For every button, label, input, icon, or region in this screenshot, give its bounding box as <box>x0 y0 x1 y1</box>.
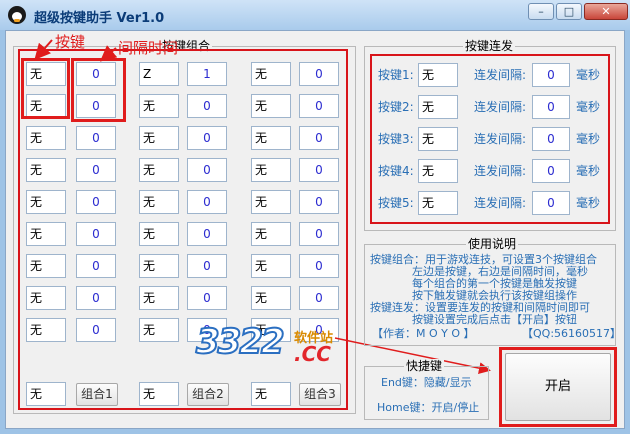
watermark-logo: 3322 软件站 .CC <box>195 321 333 366</box>
repeat-interval-label: 连发间隔: <box>474 132 527 146</box>
repeat-interval-label: 连发间隔: <box>474 68 527 82</box>
repeat-interval-input[interactable]: 0 <box>532 191 570 215</box>
repeat-interval-input[interactable]: 0 <box>532 95 570 119</box>
repeat-key-input[interactable]: 无 <box>418 159 458 183</box>
hotkey-end: End键：隐藏/显示 <box>381 376 472 389</box>
repeat-key-label: 按键4: <box>378 164 414 178</box>
repeat-key-input[interactable]: 无 <box>418 191 458 215</box>
repeat-interval-label: 连发间隔: <box>474 100 527 114</box>
hotkey-home: Home键：开启/停止 <box>377 401 480 414</box>
start-button[interactable]: 开启 <box>505 353 611 421</box>
repeat-key-label: 按键2: <box>378 100 414 114</box>
watermark-domain: .CC <box>294 342 331 366</box>
repeat-group-label: 按键连发 <box>463 39 516 53</box>
author-credit: 【作者：M O Y O 】 <box>372 327 475 340</box>
hotkeys-group-label: 快捷键 <box>404 359 445 373</box>
repeat-interval-input[interactable]: 0 <box>532 127 570 151</box>
repeat-interval-input[interactable]: 0 <box>532 159 570 183</box>
interval-arrow <box>99 45 118 62</box>
repeat-key-input[interactable]: 无 <box>418 127 458 151</box>
repeat-key-input[interactable]: 无 <box>418 95 458 119</box>
repeat-key-label: 按键3: <box>378 132 414 146</box>
repeat-unit-label: 毫秒 <box>576 196 601 210</box>
key-arrow <box>34 39 53 60</box>
repeat-unit-label: 毫秒 <box>576 132 601 146</box>
qq-credit: 【QQ:56160517】 <box>522 327 622 340</box>
repeat-interval-input[interactable]: 0 <box>532 63 570 87</box>
help-text: 按键组合：用于游戏连技，可设置3个按键组合 左边是按键，右边是间隔时间，毫秒 每… <box>370 254 610 326</box>
repeat-unit-label: 毫秒 <box>576 164 601 178</box>
help-line-6: 按键设置完成后点击【开启】按钮 <box>412 313 577 326</box>
repeat-unit-label: 毫秒 <box>576 68 601 82</box>
repeat-key-label: 按键5: <box>378 196 414 210</box>
repeat-key-input[interactable]: 无 <box>418 63 458 87</box>
help-group-label: 使用说明 <box>466 237 519 251</box>
repeat-unit-label: 毫秒 <box>576 100 601 114</box>
watermark-number: 3322 <box>195 321 286 363</box>
repeat-interval-label: 连发间隔: <box>474 164 527 178</box>
repeat-key-label: 按键1: <box>378 68 414 82</box>
repeat-interval-label: 连发间隔: <box>474 196 527 210</box>
